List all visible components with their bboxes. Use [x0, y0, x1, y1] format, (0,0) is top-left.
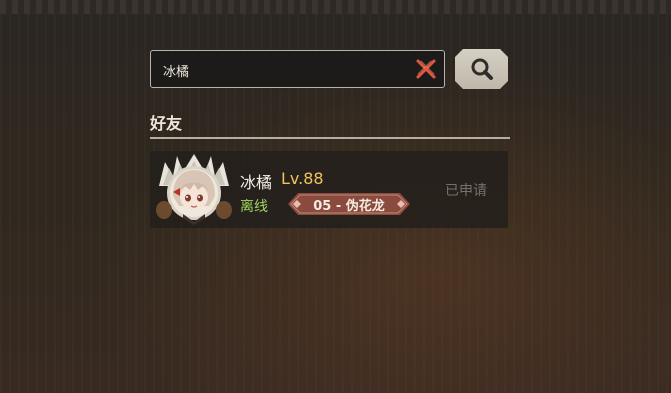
- magnifier-icon: [471, 58, 493, 80]
- world-badge: 05 - 伪花龙: [288, 193, 410, 215]
- friends-section-title: 好友: [150, 114, 183, 133]
- close-x-icon: [416, 59, 436, 79]
- top-decorative-border: [0, 0, 671, 14]
- character-portrait-avatar[interactable]: [153, 152, 235, 227]
- world-badge-label: 05 - 伪花龙: [313, 198, 385, 214]
- section-divider: [150, 137, 510, 139]
- search-button[interactable]: [455, 49, 508, 89]
- clear-search-button[interactable]: [414, 57, 438, 81]
- friend-online-status: 离线: [240, 199, 268, 215]
- search-input[interactable]: [161, 51, 410, 89]
- friend-name: 冰橘: [240, 173, 273, 192]
- friend-result-card[interactable]: 冰橘 Lv.88 离线 05 - 伪花龙 已申请: [150, 151, 508, 228]
- request-sent-label: 已申请: [445, 183, 487, 199]
- friend-level: Lv.88: [281, 169, 324, 188]
- search-field[interactable]: [150, 50, 445, 89]
